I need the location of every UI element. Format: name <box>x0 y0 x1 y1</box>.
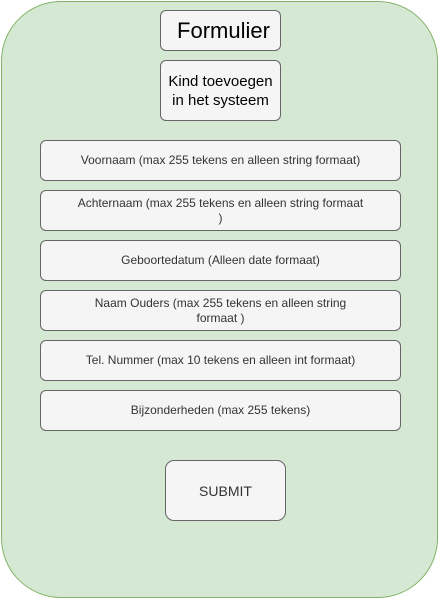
birth-date-field[interactable]: Geboortedatum (Alleen date formaat) <box>40 240 401 281</box>
form-subtitle: Kind toevoegen in het systeem <box>160 60 281 121</box>
submit-button[interactable]: SUBMIT <box>165 460 286 521</box>
canvas: Formulier Kind toevoegen in het systeem … <box>0 0 441 601</box>
form-title: Formulier <box>160 10 281 51</box>
parents-name-field[interactable]: Naam Ouders (max 255 tekens en alleen st… <box>40 290 401 331</box>
first-name-field[interactable]: Voornaam (max 255 tekens en alleen strin… <box>40 140 401 181</box>
details-field[interactable]: Bijzonderheden (max 255 tekens) <box>40 390 401 431</box>
last-name-field[interactable]: Achternaam (max 255 tekens en alleen str… <box>40 190 401 231</box>
phone-number-field[interactable]: Tel. Nummer (max 10 tekens en alleen int… <box>40 340 401 381</box>
